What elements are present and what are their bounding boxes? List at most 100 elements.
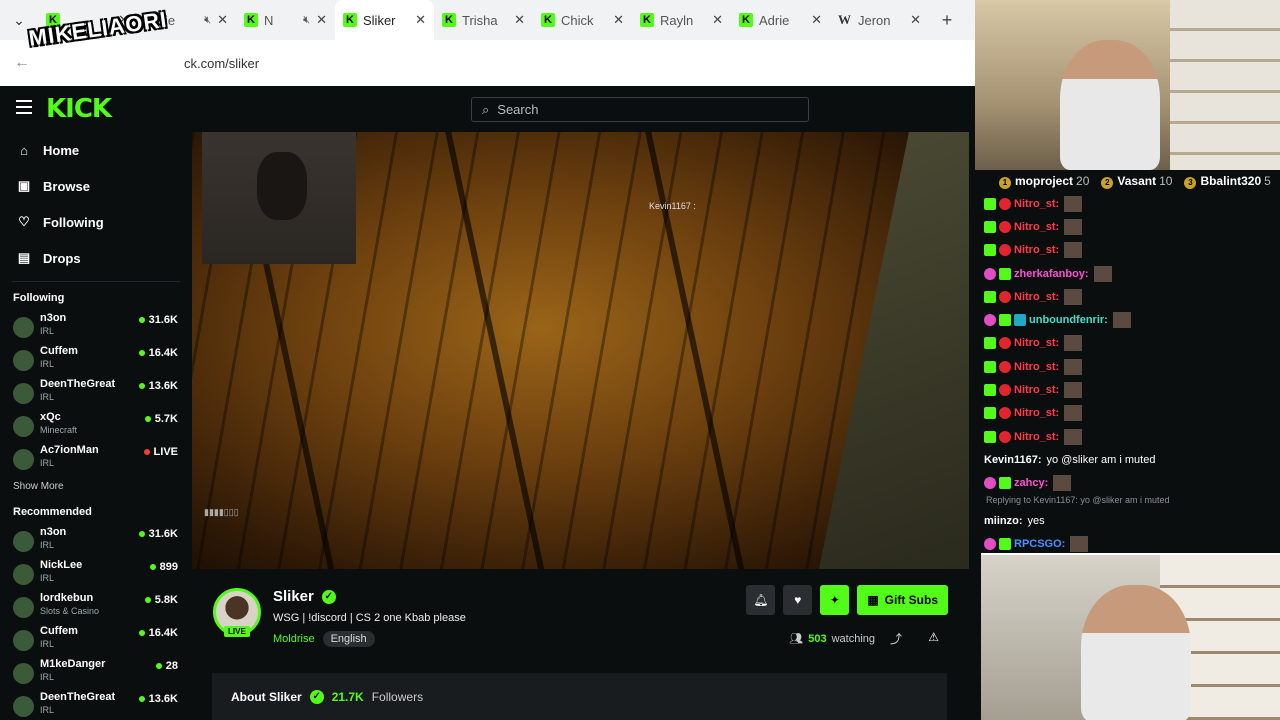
muted-speaker-icon[interactable]: 🔇︎ [303,14,310,27]
browse-icon: ▣ [17,178,31,193]
chat-message: Nitro_st: [984,378,1280,401]
close-tab-icon[interactable]: ✕ [613,12,624,28]
viewer-count: 13.6K [138,380,178,392]
green-badge-icon [999,267,1011,280]
show-more-link[interactable]: Show More [0,481,192,492]
chat-username[interactable]: Nitro_st: [1014,198,1059,210]
streamer-name[interactable]: Sliker [273,588,314,605]
chat-username[interactable]: Nitro_st: [1014,337,1059,349]
channel-item[interactable]: Cuffem IRL 16.4K [0,625,192,658]
live-dot-icon [138,630,145,636]
channel-item[interactable]: Ac7ionMan IRL LIVE [0,444,192,477]
search-input[interactable]: ⌕ Search [471,97,809,122]
browser-tab[interactable]: K Trisha ✕ [434,0,533,40]
viewer-count: 13.6K [138,693,178,705]
live-badge: LIVE [224,626,250,637]
url-text[interactable]: ck.com/sliker [184,56,259,71]
close-tab-icon[interactable]: ✕ [811,12,822,28]
chat-username[interactable]: miinzo: [984,515,1023,527]
muted-speaker-icon[interactable]: 🔇︎ [204,14,211,27]
chat-username[interactable]: Nitro_st: [1014,384,1059,396]
kick-logo[interactable]: KICK [46,94,112,124]
leaderboard-entry: 2 Vasant 10 [1101,174,1172,189]
close-tab-icon[interactable]: ✕ [316,12,327,28]
channel-item[interactable]: n3on IRL 31.6K [0,312,192,345]
browser-tab[interactable]: K N 🔇︎ ✕ [236,0,335,40]
green-badge-icon [984,197,996,210]
live-dot-icon [138,350,145,356]
category-link[interactable]: Moldrise [273,633,315,645]
channel-item[interactable]: Cuffem IRL 16.4K [0,345,192,378]
chat-username[interactable]: zahcy: [1014,477,1048,489]
action-buttons: 🔔︎ ♥ ✦ ▦ Gift Subs [746,585,948,615]
avatar [13,350,34,371]
report-icon[interactable]: ⚠ [928,630,939,644]
close-tab-icon[interactable]: ✕ [712,12,723,28]
channel-item[interactable]: n3on IRL 31.6K [0,526,192,559]
red-badge-icon [999,430,1011,443]
chat-message: Nitro_st: [984,285,1280,308]
share-icon[interactable]: ⤴ [890,630,902,647]
leaderboard-entry: 3 Bbalint320 5 [1184,174,1271,189]
search-icon: ⌕ [482,101,490,117]
video-player[interactable]: Kevin1167 : ▮▮▮▮▯▯▯ [192,132,969,569]
channel-item[interactable]: xQc Minecraft 5.7K [0,411,192,444]
channel-item[interactable]: M1keDanger IRL 28 [0,658,192,691]
chat-username[interactable]: Kevin1167: [984,454,1041,466]
browser-tab[interactable]: K Adrie ✕ [731,0,830,40]
browser-tab[interactable]: K Sliker ✕ [335,0,434,40]
close-tab-icon[interactable]: ✕ [910,12,921,28]
browser-tab[interactable]: W Jeron ✕ [830,0,929,40]
chat-message: Nitro_st: [984,425,1280,448]
notification-bell-button[interactable]: 🔔︎ [746,585,776,615]
close-tab-icon[interactable]: ✕ [514,12,525,28]
channel-item[interactable]: lordkebun Slots & Casino 5.8K [0,592,192,625]
chat-username[interactable]: unboundfenrir: [1029,314,1108,326]
chat-message: Nitro_st: [984,239,1280,262]
chat-message: Nitro_st: [984,402,1280,425]
browser-tab[interactable]: K Chick ✕ [533,0,632,40]
chat-username[interactable]: Nitro_st: [1014,431,1059,443]
chat-message: unboundfenrir: [984,308,1280,331]
nav-item-home[interactable]: ⌂ Home [0,132,192,168]
verified-icon: ✓ [321,589,336,604]
close-tab-icon[interactable]: ✕ [415,12,426,28]
viewer-count: 28 [155,660,178,672]
kick-favicon-icon: K [541,13,555,27]
new-tab-button[interactable]: + [929,10,965,31]
chat-message: Nitro_st: [984,215,1280,238]
emote-icon [1064,428,1083,445]
language-tag[interactable]: English [322,631,375,647]
subscribe-button[interactable]: ✦ [820,585,850,615]
gift-subs-button[interactable]: ▦ Gift Subs [857,585,948,615]
chat-username[interactable]: RPCSGO: [1014,538,1065,550]
stream-title: WSG | !discord | CS 2 one Kbab please [273,612,466,624]
red-badge-icon [999,337,1011,350]
chat-text: yes [1027,514,1045,527]
avatar [13,696,34,717]
channel-category: IRL [40,672,55,682]
kick-favicon-icon: K [640,13,654,27]
viewer-count-value: 31.6K [148,314,178,326]
chat-username[interactable]: zherkafanboy: [1014,268,1089,280]
channel-item[interactable]: DeenTheGreat IRL 13.6K [0,378,192,411]
chat-username[interactable]: Nitro_st: [1014,291,1059,303]
browser-tab[interactable]: K Rayln ✕ [632,0,731,40]
chat-username[interactable]: Nitro_st: [1014,407,1059,419]
red-badge-icon [999,360,1011,373]
follow-button[interactable]: ♥ [783,585,813,615]
live-dot-icon [143,449,150,455]
close-tab-icon[interactable]: ✕ [217,12,228,28]
avatar [13,597,34,618]
menu-icon[interactable] [16,100,32,118]
chat-username[interactable]: Nitro_st: [1014,221,1059,233]
channel-category: Slots & Casino [40,606,100,616]
chat-username[interactable]: Nitro_st: [1014,361,1059,373]
nav-item-browse[interactable]: ▣ Browse [0,168,192,204]
chat-username[interactable]: Nitro_st: [1014,244,1059,256]
stream-info: LIVE Sliker ✓ WSG | !discord | CS 2 one … [192,569,975,720]
nav-item-drops[interactable]: ▤ Drops [0,240,192,276]
nav-item-following[interactable]: ♡ Following [0,204,192,240]
channel-item[interactable]: DeenTheGreat IRL 13.6K [0,691,192,720]
channel-item[interactable]: NickLee IRL 899 [0,559,192,592]
